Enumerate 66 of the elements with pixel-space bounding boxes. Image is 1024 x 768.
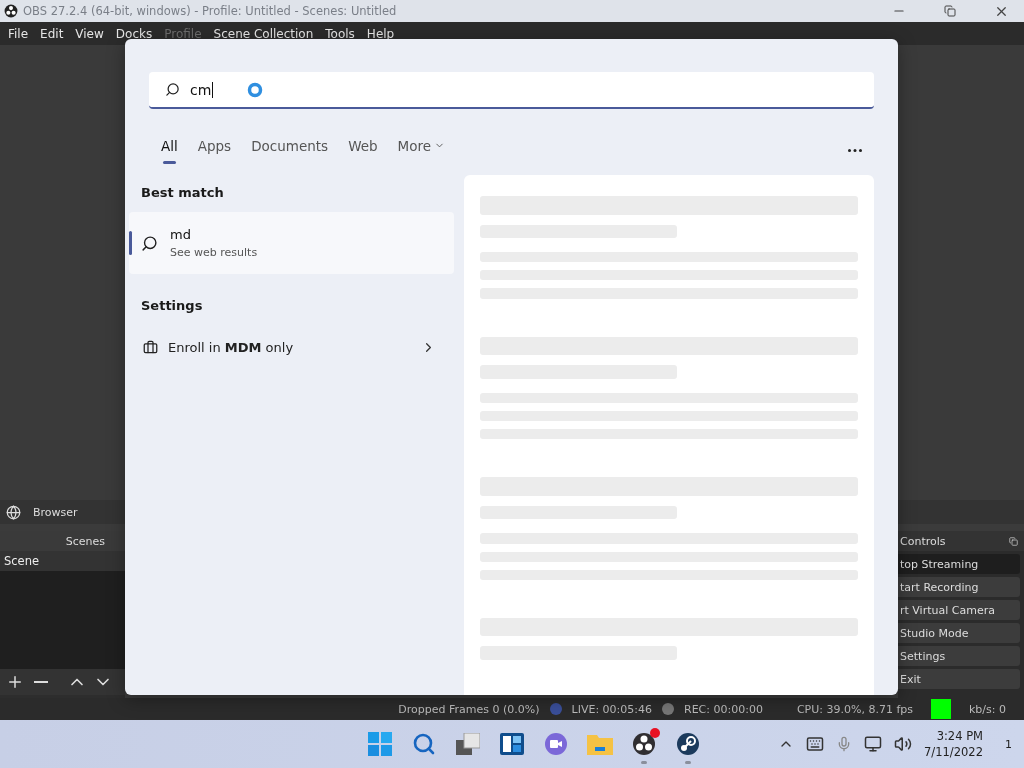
result-subtitle: See web results — [170, 246, 258, 259]
minus-icon — [34, 681, 48, 683]
widgets-icon — [500, 733, 524, 755]
filter-tab[interactable]: All — [161, 137, 178, 163]
stream-health-icon — [931, 699, 951, 719]
briefcase-icon — [143, 339, 158, 355]
menu-item[interactable]: Help — [360, 26, 401, 41]
dock-title: Browser — [33, 505, 78, 519]
best-match-item[interactable]: md See web results — [129, 212, 454, 274]
search-text: cm — [190, 81, 214, 98]
bitrate-text: kb/s: 0 — [969, 702, 1006, 716]
result-title: md — [170, 227, 192, 242]
control-button[interactable]: Settings — [898, 646, 1020, 666]
rec-time-text: REC: 00:00:00 — [684, 702, 763, 716]
monitor-icon[interactable] — [864, 735, 883, 753]
folder-icon — [587, 733, 613, 755]
control-button[interactable]: rt Virtual Camera — [898, 600, 1020, 620]
filter-tab[interactable]: More — [397, 137, 446, 163]
obs-logo-icon — [632, 732, 656, 756]
restore-icon — [944, 5, 956, 17]
search-icon — [141, 234, 158, 252]
search-icon — [412, 732, 436, 756]
search-icon — [165, 82, 180, 97]
section-heading: Best match — [141, 185, 225, 200]
section-heading: Settings — [141, 298, 204, 313]
clock-date[interactable]: 7/11/2022 — [924, 744, 983, 760]
cpu-text: CPU: 39.0%, 8.71 fps — [796, 702, 913, 716]
control-button[interactable]: Studio Mode — [898, 623, 1020, 643]
live-time-text: LIVE: 00:05:46 — [571, 702, 652, 716]
more-options-button[interactable] — [848, 148, 862, 152]
menu-item[interactable]: Docks — [109, 26, 159, 41]
dropped-frames-text: Dropped Frames 0 (0.0%) — [398, 702, 540, 716]
menu-item[interactable]: File — [2, 26, 35, 41]
panel-title: Scenes — [65, 534, 105, 548]
keyboard-icon[interactable] — [806, 735, 825, 753]
clock-time[interactable]: 3:24 PM — [936, 728, 983, 744]
record-indicator-icon — [662, 703, 674, 715]
steam-logo-icon — [676, 732, 700, 756]
window-title: OBS 27.2.4 (64-bit, windows) - Profile: Untitled - Scenes: Untitled — [23, 4, 398, 18]
task-view-icon — [456, 733, 480, 755]
menu-item[interactable]: Scene Collection — [207, 26, 320, 41]
float-icon[interactable] — [1009, 536, 1018, 546]
menu-item[interactable]: Edit — [34, 26, 70, 41]
globe-icon — [6, 504, 21, 520]
menu-item[interactable]: Tools — [319, 26, 361, 41]
panel-title: Controls — [900, 534, 946, 548]
menu-item[interactable]: View — [69, 26, 110, 41]
control-button[interactable]: Exit — [898, 669, 1020, 689]
loading-icon — [247, 81, 264, 98]
scene-item[interactable]: Scene — [0, 551, 125, 571]
volume-icon[interactable] — [894, 735, 913, 753]
more-icon — [848, 148, 862, 152]
chat-icon — [544, 732, 568, 756]
result-label: Enroll in MDM only — [168, 339, 295, 355]
obs-logo-icon — [4, 4, 18, 18]
filter-tab[interactable]: Web — [348, 137, 378, 163]
control-button[interactable]: top Streaming — [898, 554, 1020, 574]
windows-logo-icon — [368, 732, 392, 756]
live-indicator-icon — [549, 703, 562, 715]
notification-count[interactable]: 1 — [1005, 737, 1012, 751]
search-field[interactable]: cm — [149, 72, 874, 109]
control-button[interactable]: tart Recording — [898, 577, 1020, 597]
plus-icon — [6, 673, 24, 691]
filter-tab[interactable]: Documents — [251, 137, 329, 163]
settings-result[interactable]: Enroll in MDM only — [129, 329, 454, 365]
filter-tab[interactable]: Apps — [197, 137, 232, 163]
